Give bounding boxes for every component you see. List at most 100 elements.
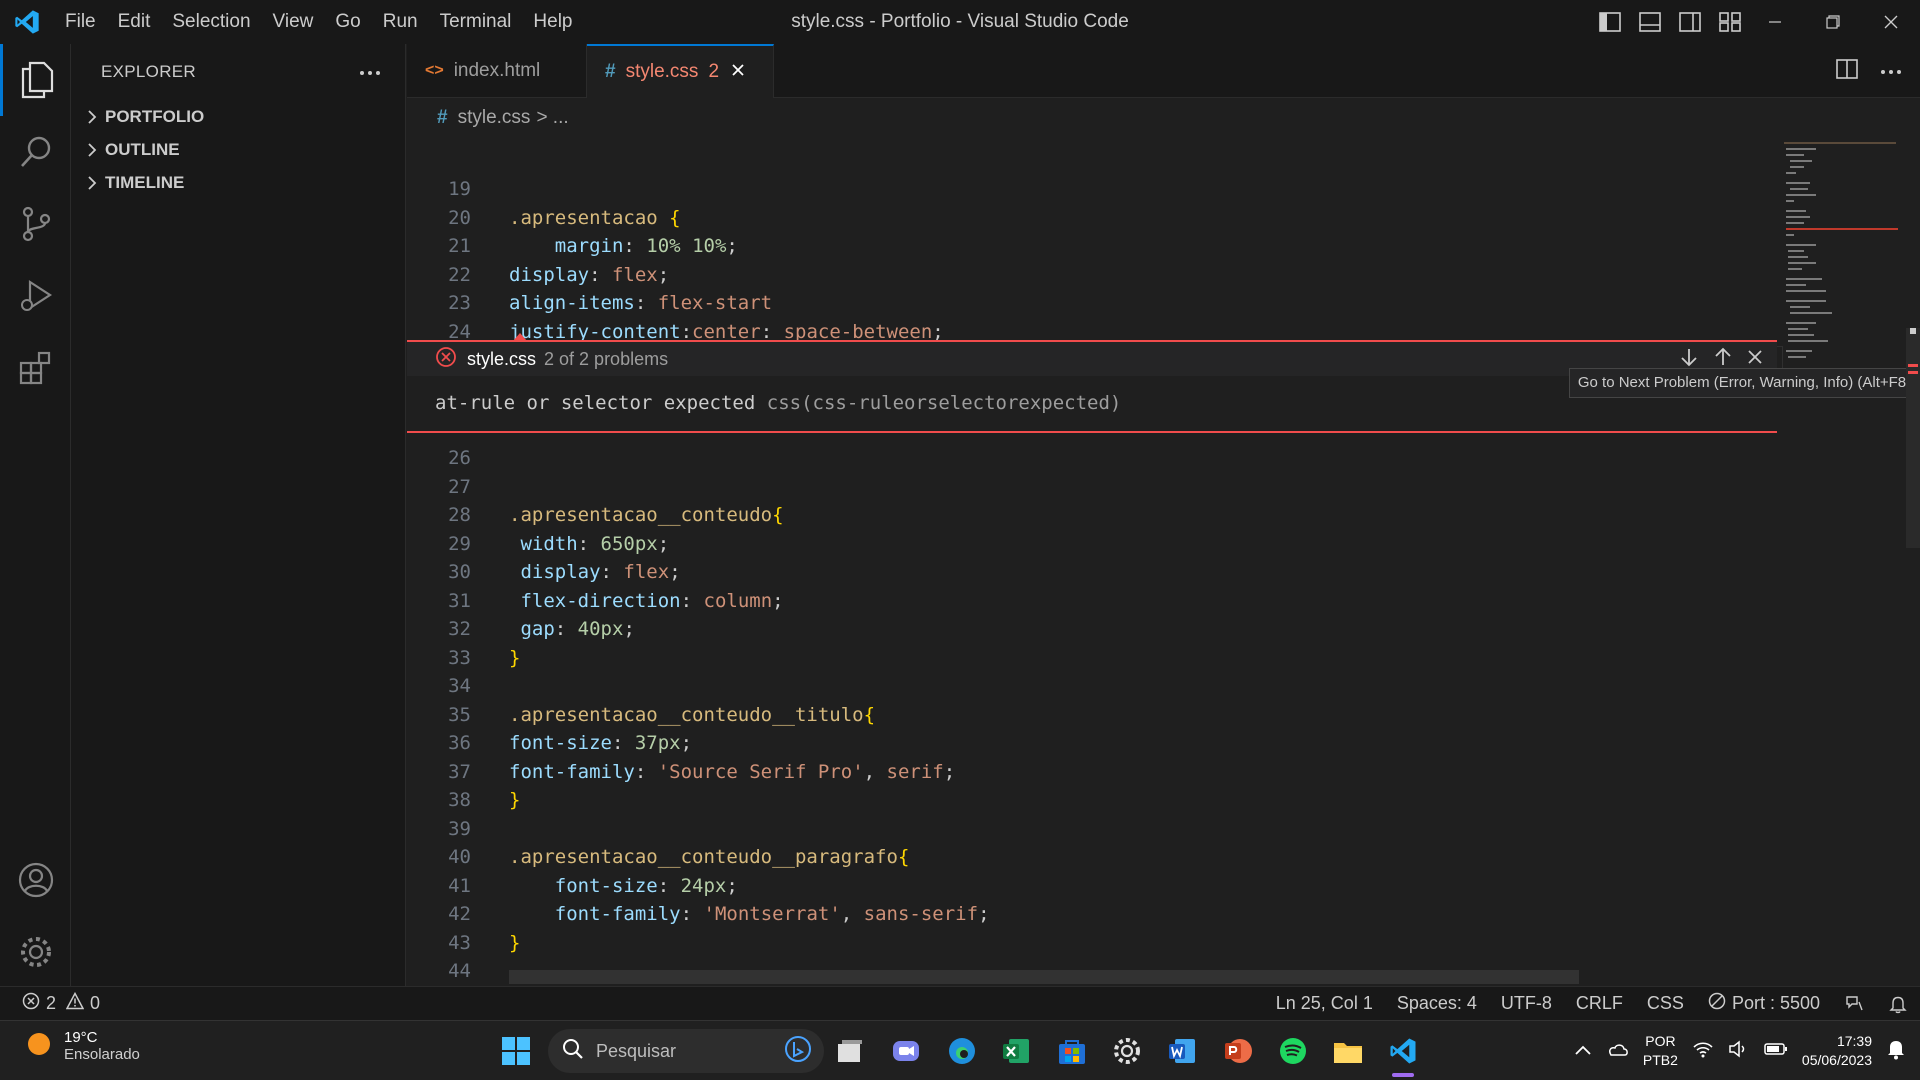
code-line[interactable]: 32 gap: 40px; xyxy=(407,615,1777,644)
restore-icon[interactable] xyxy=(1804,0,1862,44)
code-line[interactable]: 43} xyxy=(407,929,1777,958)
run-debug-icon[interactable] xyxy=(0,260,71,332)
tab-index-html[interactable]: <> index.html xyxy=(407,44,587,98)
menu-terminal[interactable]: Terminal xyxy=(429,0,523,44)
close-tab-icon[interactable] xyxy=(731,61,745,83)
extensions-icon[interactable] xyxy=(0,332,71,404)
code-line[interactable]: 31 flex-direction: column; xyxy=(407,587,1777,616)
customize-layout-icon[interactable] xyxy=(1716,8,1744,36)
section-timeline[interactable]: TIMELINE xyxy=(71,166,405,199)
vertical-scrollbar[interactable] xyxy=(1902,138,1920,986)
input-language[interactable]: POR PTB2 xyxy=(1643,1032,1678,1070)
spotify-icon[interactable] xyxy=(1273,1031,1313,1071)
editor-more-actions-icon[interactable] xyxy=(1880,62,1902,80)
indentation[interactable]: Spaces: 4 xyxy=(1385,993,1489,1014)
menu-selection[interactable]: Selection xyxy=(161,0,261,44)
problems-indicator[interactable]: 2 0 xyxy=(0,991,100,1015)
menu-file[interactable]: File xyxy=(54,0,107,44)
code-line[interactable]: 39 xyxy=(407,815,1777,844)
menu-go[interactable]: Go xyxy=(324,0,371,44)
live-server-port[interactable]: Port : 5500 xyxy=(1696,992,1832,1015)
breadcrumb-rest[interactable]: > ... xyxy=(536,107,568,129)
powerpoint-icon[interactable] xyxy=(1218,1031,1258,1071)
code-line[interactable]: 27 xyxy=(407,473,1777,502)
settings-gear-icon[interactable] xyxy=(1107,1031,1147,1071)
code-view-bottom[interactable]: 26 27 28 .apresentacao__conteudo{29 width: … xyxy=(407,444,1777,986)
code-line[interactable]: 26 xyxy=(407,444,1777,473)
code-line[interactable]: 28 .apresentacao__conteudo{ xyxy=(407,501,1777,530)
notification-center-icon[interactable] xyxy=(1886,1038,1906,1065)
onedrive-cloud-icon[interactable] xyxy=(1605,1041,1629,1062)
excel-icon[interactable] xyxy=(996,1031,1036,1071)
line-number: 42 xyxy=(448,903,471,925)
toggle-panel-icon[interactable] xyxy=(1636,8,1664,36)
menu-help[interactable]: Help xyxy=(522,0,583,44)
source-control-icon[interactable] xyxy=(0,188,71,260)
menu-edit[interactable]: Edit xyxy=(107,0,162,44)
line-number: 26 xyxy=(448,447,471,469)
cursor-position[interactable]: Ln 25, Col 1 xyxy=(1264,993,1385,1014)
warning-icon xyxy=(65,991,85,1015)
more-actions-icon[interactable] xyxy=(359,63,381,81)
weather-widget[interactable]: 19°C Ensolarado xyxy=(26,1029,140,1063)
language-mode[interactable]: CSS xyxy=(1635,993,1696,1014)
windows-start-icon[interactable] xyxy=(496,1031,536,1071)
close-peek-icon[interactable] xyxy=(1747,349,1763,370)
vscode-taskbar-icon[interactable] xyxy=(1383,1031,1423,1071)
menu-view[interactable]: View xyxy=(262,0,325,44)
notifications-bell-icon[interactable] xyxy=(1876,994,1920,1014)
split-editor-icon[interactable] xyxy=(1836,58,1858,84)
code-line[interactable]: 30 display: flex; xyxy=(407,558,1777,587)
weather-temperature: 19°C xyxy=(64,1029,98,1046)
minimize-icon[interactable] xyxy=(1746,0,1804,44)
code-line[interactable]: 23 align-items: flex-start xyxy=(407,289,1777,318)
tab-style-css[interactable]: # style.css 2 xyxy=(587,44,774,98)
volume-icon[interactable] xyxy=(1728,1039,1750,1063)
code-line[interactable]: 34 xyxy=(407,672,1777,701)
code-line[interactable]: 42 font-family: 'Montserrat', sans-serif… xyxy=(407,900,1777,929)
section-portfolio[interactable]: PORTFOLIO xyxy=(71,100,405,133)
breadcrumb-file[interactable]: style.css xyxy=(458,107,531,129)
taskbar-search[interactable]: Pesquisar xyxy=(548,1029,824,1073)
toggle-secondary-sidebar-icon[interactable] xyxy=(1676,8,1704,36)
peek-problem-count: 2 of 2 problems xyxy=(544,348,669,369)
battery-icon[interactable] xyxy=(1764,1042,1788,1061)
code-line[interactable]: 40 .apresentacao__conteudo__paragrafo{ xyxy=(407,843,1777,872)
horizontal-scrollbar[interactable] xyxy=(509,970,1579,984)
clock[interactable]: 17:39 05/06/2023 xyxy=(1802,1032,1872,1070)
code-line[interactable]: 35 .apresentacao__conteudo__titulo{ xyxy=(407,701,1777,730)
show-hidden-icons-chevron-icon[interactable] xyxy=(1575,1042,1591,1060)
wifi-icon[interactable] xyxy=(1692,1040,1714,1063)
word-icon[interactable] xyxy=(1162,1031,1202,1071)
code-line[interactable]: 37 font-family: 'Source Serif Pro', serif… xyxy=(407,758,1777,787)
encoding[interactable]: UTF-8 xyxy=(1489,993,1564,1014)
task-view-icon[interactable] xyxy=(830,1031,870,1071)
code-line[interactable]: 38} xyxy=(407,786,1777,815)
manage-gear-icon[interactable] xyxy=(0,916,71,988)
language-code: POR xyxy=(1645,1033,1676,1049)
teams-chat-icon[interactable] xyxy=(886,1031,926,1071)
code-line[interactable]: 19 xyxy=(407,175,1777,204)
layout-controls xyxy=(1596,0,1744,44)
minimap[interactable] xyxy=(1784,138,1902,986)
menu-run[interactable]: Run xyxy=(372,0,429,44)
toggle-primary-sidebar-icon[interactable] xyxy=(1596,8,1624,36)
code-line[interactable]: 29 width: 650px; xyxy=(407,530,1777,559)
code-line[interactable]: 22 display: flex; xyxy=(407,261,1777,290)
edge-browser-icon[interactable] xyxy=(942,1031,982,1071)
feedback-icon[interactable] xyxy=(1832,994,1876,1014)
close-window-icon[interactable] xyxy=(1862,0,1920,44)
code-line[interactable]: 36 font-size: 37px; xyxy=(407,729,1777,758)
code-line[interactable]: 33} xyxy=(407,644,1777,673)
explorer-icon[interactable] xyxy=(0,44,71,116)
search-icon[interactable] xyxy=(0,116,71,188)
code-line[interactable]: 41 font-size: 24px; xyxy=(407,872,1777,901)
line-content: .apresentacao__conteudo__paragrafo{ xyxy=(509,846,910,868)
microsoft-store-icon[interactable] xyxy=(1052,1031,1092,1071)
file-explorer-icon[interactable] xyxy=(1328,1031,1368,1071)
accounts-icon[interactable] xyxy=(0,844,71,916)
end-of-line[interactable]: CRLF xyxy=(1564,993,1635,1014)
code-line[interactable]: 20 .apresentacao { xyxy=(407,204,1777,233)
code-line[interactable]: 21 margin: 10% 10%; xyxy=(407,232,1777,261)
section-outline[interactable]: OUTLINE xyxy=(71,133,405,166)
